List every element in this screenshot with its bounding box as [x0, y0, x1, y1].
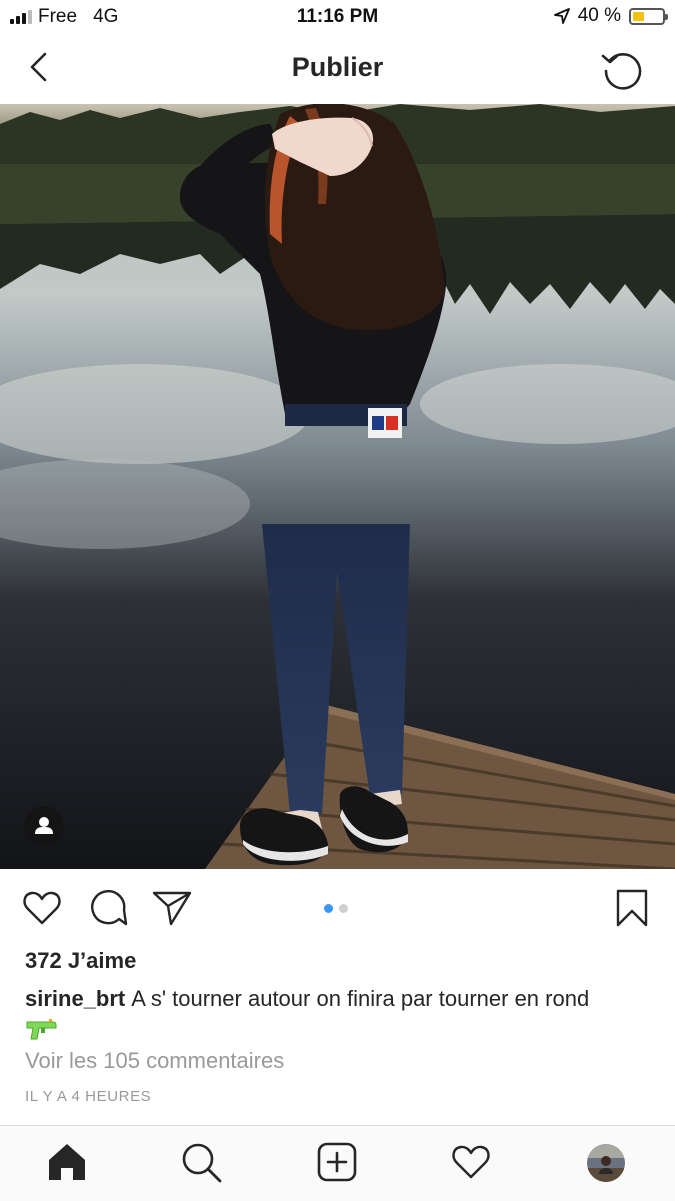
post-photo[interactable]	[0, 104, 675, 869]
nav-home[interactable]	[45, 1140, 89, 1184]
nav-activity[interactable]	[449, 1140, 493, 1184]
carousel-dot-active	[324, 904, 333, 913]
search-icon	[182, 1143, 222, 1183]
save-button[interactable]	[610, 886, 654, 930]
refresh-button[interactable]	[599, 44, 647, 92]
location-arrow-icon	[553, 8, 570, 24]
status-right: 40 %	[553, 5, 668, 27]
nav-create[interactable]	[315, 1140, 359, 1184]
bottom-nav	[0, 1125, 675, 1201]
person-icon	[35, 817, 53, 834]
status-bar: Free 4G 11:16 PM 40 %	[0, 0, 675, 34]
caption-username[interactable]: sirine_brt	[25, 986, 125, 1011]
header: Publier	[0, 34, 675, 105]
share-button[interactable]	[150, 886, 194, 930]
caption-text: A s' tourner autour on finira par tourne…	[131, 986, 590, 1011]
heart-icon	[23, 891, 61, 925]
water-pistol-emoji	[25, 1017, 655, 1050]
profile-avatar	[587, 1144, 625, 1182]
battery-percent: 40 %	[577, 5, 621, 26]
carousel-dot	[339, 904, 348, 913]
view-comments-link[interactable]: Voir les 105 commentaires	[25, 1048, 284, 1074]
share-icon	[152, 891, 192, 926]
nav-search[interactable]	[179, 1140, 223, 1184]
battery-icon	[629, 7, 668, 25]
likes-count[interactable]: 372 J’aime	[25, 948, 136, 974]
post-timestamp: IL Y A 4 HEURES	[25, 1088, 152, 1105]
carousel-indicator	[324, 904, 348, 913]
lake-dock-photo	[0, 104, 675, 869]
add-icon	[317, 1142, 357, 1182]
home-icon	[49, 1144, 85, 1180]
like-button[interactable]	[20, 886, 64, 930]
refresh-icon	[601, 53, 642, 90]
comment-button[interactable]	[86, 886, 130, 930]
tag-people-button[interactable]	[24, 806, 64, 846]
nav-profile-avatar[interactable]	[587, 1144, 625, 1182]
activity-icon	[452, 1145, 490, 1179]
comment-icon	[91, 889, 128, 926]
bookmark-icon	[616, 889, 648, 927]
page-title: Publier	[291, 52, 384, 82]
post-caption: sirine_brt A s' tourner autour on finira …	[25, 985, 655, 1050]
post-actions	[0, 870, 675, 948]
